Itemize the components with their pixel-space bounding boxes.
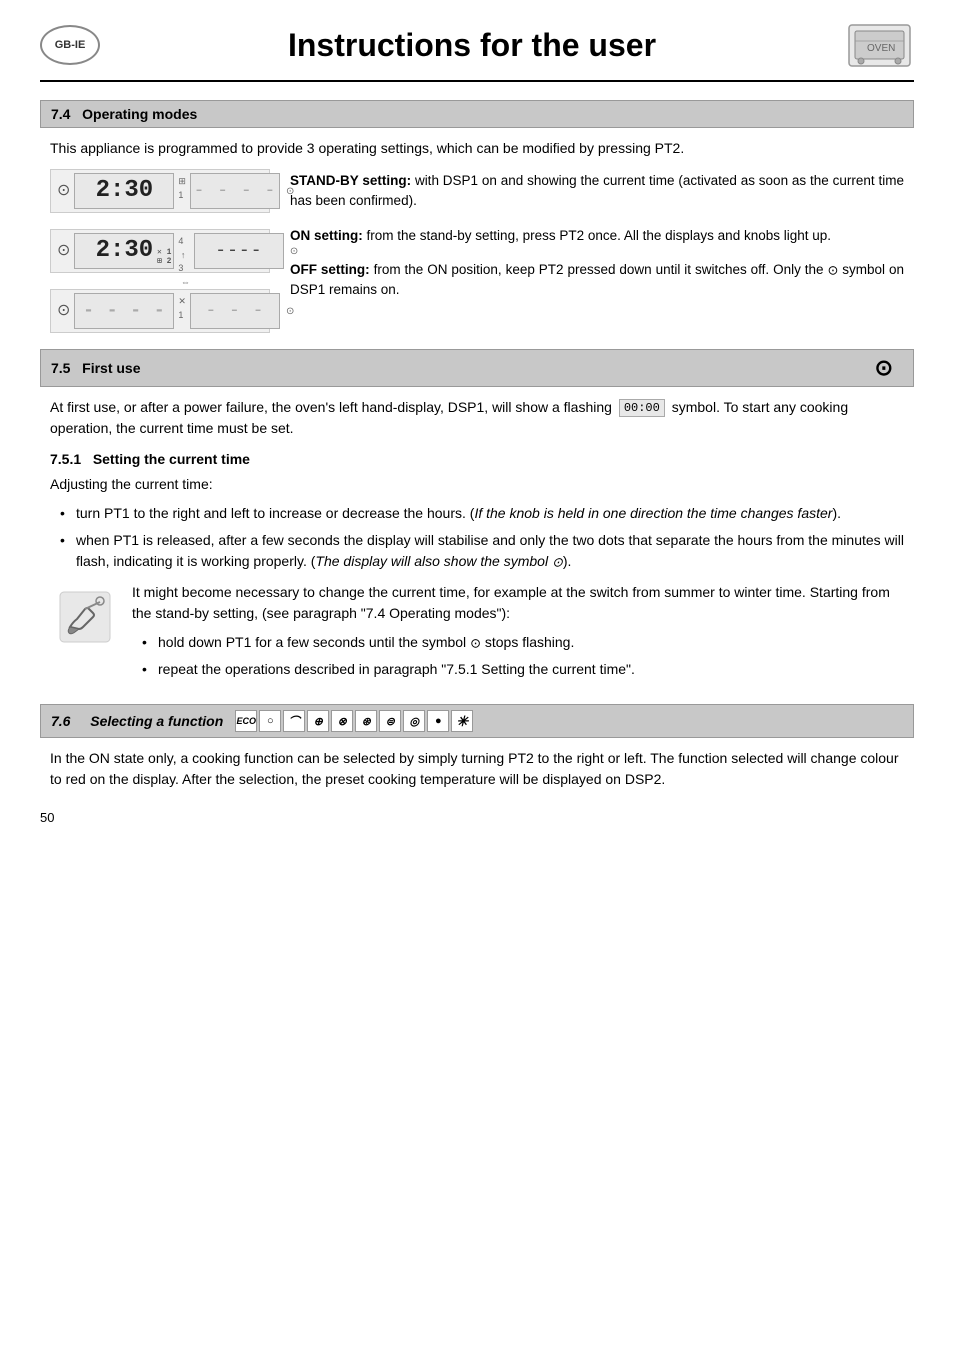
dsp2-off: - - - <box>190 293 280 329</box>
section-74-header: 7.4 Operating modes <box>40 100 914 128</box>
section-75-title: First use <box>82 360 140 376</box>
smiley-inline-751: ⊙ <box>552 555 563 570</box>
section-74-intro: This appliance is programmed to provide … <box>50 138 904 159</box>
dsp1-standby: 2:30 <box>74 173 174 209</box>
dsp1-off: - - - - <box>74 293 174 329</box>
func-icon-5: ⊛ <box>355 710 377 732</box>
section-75-content: At first use, or after a power failure, … <box>40 397 914 688</box>
func-icon-1: ○ <box>259 710 281 732</box>
note-bullets: hold down PT1 for a few seconds until th… <box>132 632 904 680</box>
subsection-751-number: 7.5.1 <box>50 451 81 467</box>
on-description: ON setting: from the stand-by setting, p… <box>290 226 904 246</box>
smiley-icon-75: ⊙ <box>875 355 893 381</box>
section-76-number: 7.6 <box>51 713 70 729</box>
text-column: STAND-BY setting: with DSP1 on and showi… <box>290 169 904 333</box>
page-title: Instructions for the user <box>100 27 844 64</box>
bullet-item-2: when PT1 is released, after a few second… <box>60 530 904 572</box>
dsp1-on: 2:30 ✕ 1 ⊞ 2 <box>74 233 174 269</box>
function-icons: ECO ○ ⌒ ⊕ ⊗ ⊛ ⊜ ◎ ● ✳ <box>235 710 473 732</box>
section-74-content: This appliance is programmed to provide … <box>40 138 914 333</box>
section-75-number: 7.5 <box>51 360 70 376</box>
wrench-image <box>50 582 120 652</box>
func-icon-4: ⊗ <box>331 710 353 732</box>
func-icon-8: ● <box>427 710 449 732</box>
section-75-header: 7.5 First use ⊙ <box>40 349 914 387</box>
operating-modes-layout: ⊙ 2:30 ⊞ 1 - - - - ⊙ ⊙ 2:30 <box>50 169 904 333</box>
flashing-display: 00:00 <box>619 399 665 417</box>
off-description: OFF setting: from the ON position, keep … <box>290 260 904 301</box>
note-text: It might become necessary to change the … <box>132 582 904 624</box>
note-bullet-1: hold down PT1 for a few seconds until th… <box>142 632 904 653</box>
smiley-inline-note1: ⊙ <box>470 636 481 651</box>
subsection-751-title: 7.5.1 Setting the current time <box>50 449 904 470</box>
func-icon-eco: ECO <box>235 710 257 732</box>
dsp1-indicator-on: ⊙ <box>57 239 70 263</box>
func-icon-7: ◎ <box>403 710 425 732</box>
displays-column: ⊙ 2:30 ⊞ 1 - - - - ⊙ ⊙ 2:30 <box>50 169 270 333</box>
note-text-content: It might become necessary to change the … <box>132 582 904 688</box>
standby-title: STAND-BY setting: <box>290 173 411 188</box>
svg-text:OVEN: OVEN <box>867 43 895 54</box>
page-number: 50 <box>40 810 914 825</box>
dsp1-indicator-standby: ⊙ <box>57 179 70 203</box>
section-76-description: In the ON state only, a cooking function… <box>50 748 904 790</box>
subsection-751-title-text: Setting the current time <box>93 451 250 467</box>
off-display: ⊙ - - - - ✕ 1 - - - ⊙ <box>50 289 270 333</box>
dsp2-on: ---- <box>194 233 284 269</box>
section-76-header: 7.6 Selecting a function ECO ○ ⌒ ⊕ ⊗ ⊛ ⊜… <box>40 704 914 738</box>
func-icon-6: ⊜ <box>379 710 401 732</box>
logo-text: GB-IE <box>55 39 86 51</box>
dsp2-standby: - - - - <box>190 173 280 209</box>
section-75-intro-text: At first use, or after a power failure, … <box>50 399 612 415</box>
section-75-header-inner: 7.5 First use ⊙ <box>51 355 903 381</box>
on-display: ⊙ 2:30 ✕ 1 ⊞ 2 4 ↑ 3 ⇔ ---- ⊙ <box>50 229 270 273</box>
subsection-751-bullets: turn PT1 to the right and left to increa… <box>50 503 904 572</box>
note-bullet-2: repeat the operations described in parag… <box>142 659 904 680</box>
note-with-image: It might become necessary to change the … <box>50 582 904 688</box>
header-appliance-icon: OVEN <box>844 20 914 70</box>
section-75-label: 7.5 First use <box>51 360 141 376</box>
func-icon-3: ⊕ <box>307 710 329 732</box>
bullet-item-1: turn PT1 to the right and left to increa… <box>60 503 904 524</box>
section-75-intro: At first use, or after a power failure, … <box>50 397 904 439</box>
section-76-content: In the ON state only, a cooking function… <box>40 748 914 790</box>
dsp1-indicator-off: ⊙ <box>57 299 70 323</box>
standby-display: ⊙ 2:30 ⊞ 1 - - - - ⊙ <box>50 169 270 213</box>
section-74-title: Operating modes <box>82 106 197 122</box>
section-74-number: 7.4 <box>51 106 70 122</box>
standby-description: STAND-BY setting: with DSP1 on and showi… <box>290 171 904 212</box>
smiley-inline-off: ⊙ <box>827 262 838 277</box>
func-icon-2: ⌒ <box>283 710 305 732</box>
func-icon-9: ✳ <box>451 710 473 732</box>
section-76-title: Selecting a function <box>90 713 223 729</box>
subsection-751-intro: Adjusting the current time: <box>50 474 904 495</box>
country-logo: GB-IE <box>40 25 100 65</box>
page-header: GB-IE Instructions for the user OVEN <box>40 20 914 82</box>
off-title: OFF setting: <box>290 262 370 277</box>
on-title: ON setting: <box>290 228 363 243</box>
